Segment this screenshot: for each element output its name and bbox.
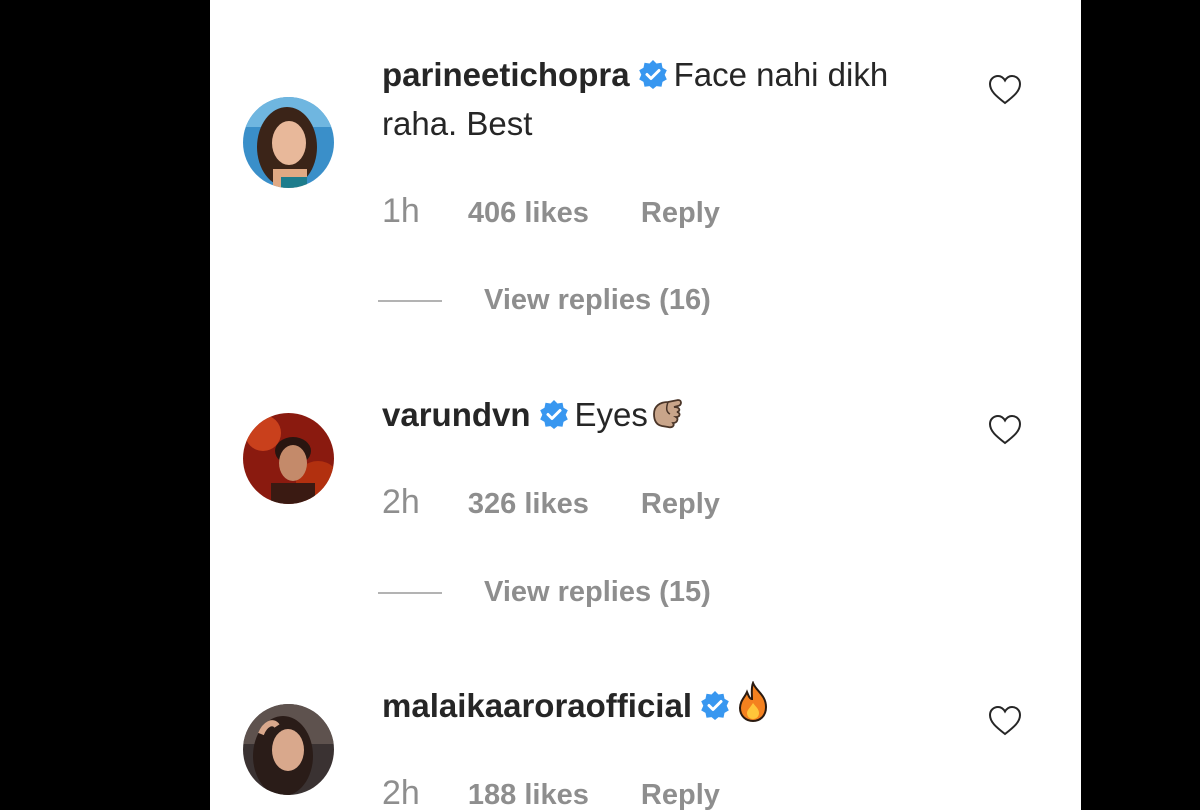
likes-count[interactable]: 326 likes (468, 488, 589, 520)
comment-text: parineetichopra Face nahi dikh raha. Best (382, 50, 962, 148)
likes-count[interactable]: 188 likes (468, 779, 589, 810)
view-replies-button[interactable]: View replies (15) (378, 576, 711, 616)
verified-badge-icon (539, 400, 568, 429)
comment-body: Eyes (574, 396, 648, 433)
like-heart-icon[interactable] (988, 705, 1022, 737)
reply-button[interactable]: Reply (641, 488, 720, 520)
comment-meta: 1h 406 likes Reply (382, 192, 720, 231)
comment-time: 1h (382, 192, 420, 230)
view-replies-button[interactable]: View replies (16) (378, 284, 711, 324)
hand-gesture-emoji-icon (653, 399, 682, 429)
like-heart-icon[interactable] (988, 414, 1022, 446)
comments-panel: parineetichopra Face nahi dikh raha. Best… (210, 0, 1081, 810)
comment-body-continued: raha. Best (382, 105, 533, 142)
like-heart-icon[interactable] (988, 74, 1022, 106)
comment-meta: 2h 326 likes Reply (382, 483, 720, 522)
comment-meta: 2h 188 likes Reply (382, 774, 720, 810)
username[interactable]: varundvn (382, 396, 531, 433)
verified-badge-icon (701, 691, 729, 720)
reply-button[interactable]: Reply (641, 197, 720, 229)
fire-emoji-icon (738, 681, 768, 723)
verified-badge-icon (638, 60, 667, 89)
reply-button[interactable]: Reply (641, 779, 720, 810)
divider-line (378, 591, 442, 594)
likes-count[interactable]: 406 likes (468, 197, 589, 229)
avatar[interactable] (243, 413, 334, 504)
comment-time: 2h (382, 774, 420, 810)
divider-line (378, 299, 442, 302)
comment-body: Face nahi dikh (673, 56, 889, 93)
username[interactable]: parineetichopra (382, 56, 630, 93)
view-replies-label: View replies (15) (484, 576, 711, 608)
username[interactable]: malaikaaroraofficial (382, 687, 692, 724)
avatar[interactable] (243, 704, 334, 795)
comment-text: malaikaaroraofficial (382, 681, 962, 730)
view-replies-label: View replies (16) (484, 284, 711, 316)
comment-text: varundvn Eyes (382, 390, 962, 439)
comment-time: 2h (382, 483, 420, 521)
avatar[interactable] (243, 97, 334, 188)
